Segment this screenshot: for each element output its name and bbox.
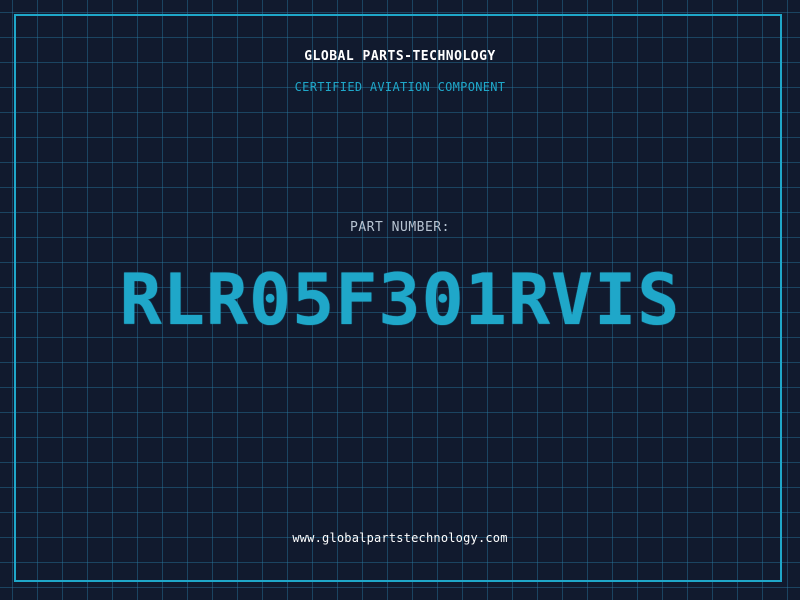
website-url[interactable]: www.globalpartstechnology.com: [0, 531, 800, 545]
part-number-value: RLR05F301RVIS: [119, 259, 681, 341]
certification-subtitle: CERTIFIED AVIATION COMPONENT: [294, 80, 506, 94]
label-canvas: GLOBAL PARTS-TECHNOLOGY CERTIFIED AVIATI…: [0, 0, 800, 600]
company-name: GLOBAL PARTS-TECHNOLOGY: [304, 49, 496, 64]
part-number-label: PART NUMBER:: [350, 220, 450, 235]
